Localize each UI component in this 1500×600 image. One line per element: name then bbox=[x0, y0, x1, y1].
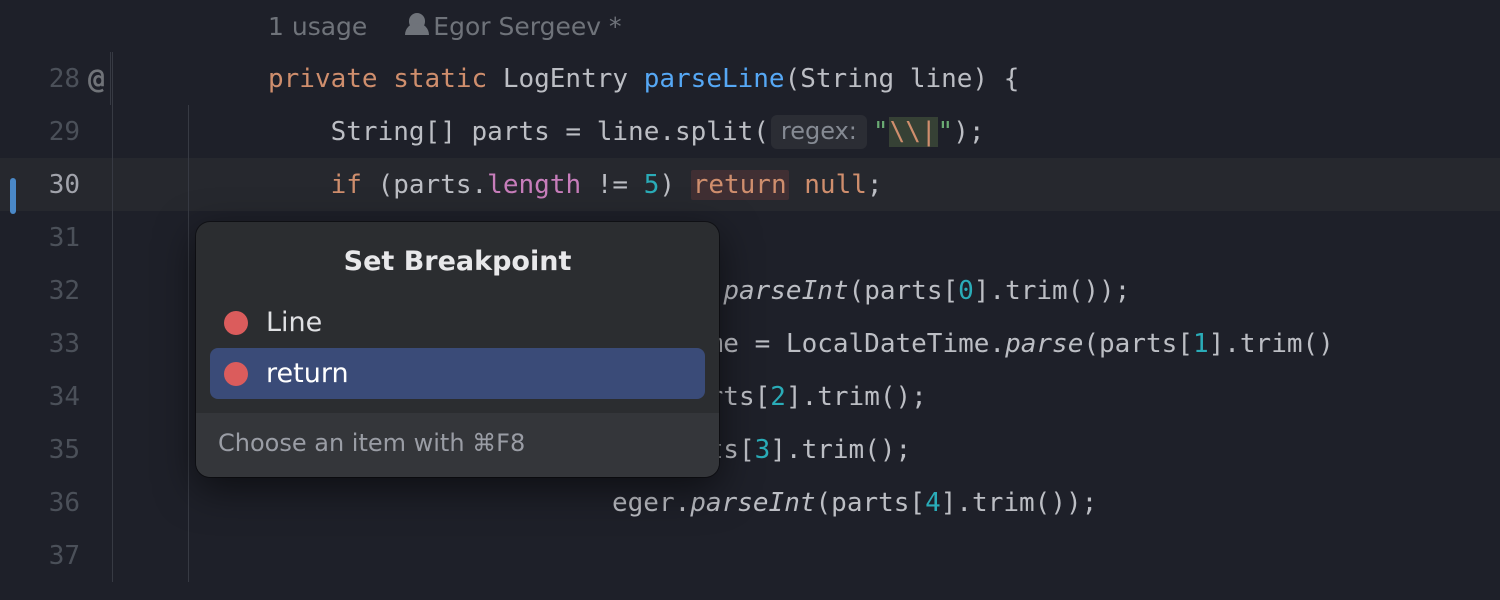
code-fragment: ].trim()); bbox=[941, 488, 1098, 518]
line-number: 32 bbox=[49, 276, 80, 306]
keyword: private bbox=[268, 64, 378, 94]
code-text[interactable]: eger.parseInt(parts[4].trim()); bbox=[268, 476, 1097, 529]
indent-guide bbox=[110, 52, 268, 105]
breakpoint-option-line[interactable]: Line bbox=[210, 297, 705, 348]
code-fragment: (parts[ bbox=[849, 276, 959, 306]
code-fragment: ].trim(); bbox=[770, 435, 911, 465]
gutter[interactable]: 36 bbox=[0, 488, 110, 518]
code-text[interactable]: private static LogEntry parseLine(String… bbox=[268, 52, 1019, 105]
code-line[interactable]: 28 @ private static LogEntry parseLine(S… bbox=[0, 52, 1500, 105]
code-fragment: ime = LocalDateTime. bbox=[692, 329, 1005, 359]
type-name: LogEntry bbox=[503, 64, 628, 94]
author-name: Egor Sergeev * bbox=[433, 12, 621, 41]
line-number: 36 bbox=[49, 488, 80, 518]
code-text[interactable]: if (parts.length != 5) return null; bbox=[268, 158, 883, 211]
line-number: 30 bbox=[49, 170, 80, 200]
breakpoint-icon bbox=[224, 362, 248, 386]
author-icon bbox=[409, 13, 425, 29]
code-line[interactable]: 36 eger.parseInt(parts[4].trim()); bbox=[0, 476, 1500, 529]
number-literal: 0 bbox=[958, 276, 974, 306]
param-hint: regex: bbox=[771, 115, 867, 149]
code-fragment: (parts. bbox=[362, 170, 487, 200]
gutter[interactable]: 37 bbox=[0, 541, 110, 571]
set-breakpoint-popup[interactable]: Set Breakpoint Line return Choose an ite… bbox=[196, 222, 719, 477]
code-fragment: (parts[ bbox=[816, 488, 926, 518]
operator: != bbox=[581, 170, 644, 200]
number-literal: 3 bbox=[755, 435, 771, 465]
code-fragment: String[] parts = line.split( bbox=[331, 117, 769, 147]
line-number: 37 bbox=[49, 541, 80, 571]
option-label: Line bbox=[266, 307, 322, 338]
method-name: parseLine bbox=[644, 64, 785, 94]
static-method: parseInt bbox=[690, 488, 815, 518]
code-line-current[interactable]: 30 if (parts.length != 5) return null; bbox=[0, 158, 1500, 211]
option-label: return bbox=[266, 358, 349, 389]
number-literal: 4 bbox=[925, 488, 941, 518]
popup-title: Set Breakpoint bbox=[196, 222, 719, 297]
field-name: length bbox=[487, 170, 581, 200]
number-literal: 2 bbox=[770, 382, 786, 412]
usages-hint[interactable]: 1 usage bbox=[268, 12, 367, 41]
static-method: parseInt bbox=[723, 276, 848, 306]
line-number: 31 bbox=[49, 223, 80, 253]
breakpoint-option-return[interactable]: return bbox=[210, 348, 705, 399]
line-number: 29 bbox=[49, 117, 80, 147]
keyword-return: return bbox=[691, 170, 789, 200]
string-quote: " bbox=[938, 117, 954, 147]
gutter[interactable]: 34 bbox=[0, 382, 110, 412]
gutter[interactable]: 35 bbox=[0, 435, 110, 465]
code-text[interactable]: String[] parts = line.split(regex:"\\|")… bbox=[268, 105, 985, 158]
line-number: 28 bbox=[49, 64, 80, 94]
indent-guide bbox=[110, 476, 268, 529]
gutter[interactable]: 29 bbox=[0, 117, 110, 147]
code-line[interactable]: 37 bbox=[0, 529, 1500, 582]
override-gutter-icon[interactable]: @ bbox=[88, 62, 105, 95]
line-number: 33 bbox=[49, 329, 80, 359]
gutter[interactable]: 32 bbox=[0, 276, 110, 306]
indent-guide bbox=[110, 529, 268, 582]
string-quote: " bbox=[873, 117, 889, 147]
inlay-hints-row: 1 usage Egor Sergeev * bbox=[0, 0, 1500, 52]
signature: (String line) { bbox=[785, 64, 1020, 94]
popup-footer-hint: Choose an item with ⌘F8 bbox=[196, 413, 719, 477]
semicolon: ; bbox=[867, 170, 883, 200]
code-fragment: ].trim(); bbox=[786, 382, 927, 412]
escape-seq: \\| bbox=[889, 117, 938, 147]
code-fragment: ) bbox=[659, 170, 690, 200]
indent-guide bbox=[110, 158, 268, 211]
code-line[interactable]: 29 String[] parts = line.split(regex:"\\… bbox=[0, 105, 1500, 158]
code-fragment: ].trim()); bbox=[974, 276, 1131, 306]
keyword: static bbox=[393, 64, 487, 94]
author-hint[interactable]: Egor Sergeev * bbox=[409, 12, 621, 41]
breakpoint-icon bbox=[224, 311, 248, 335]
line-number: 34 bbox=[49, 382, 80, 412]
gutter[interactable]: 30 bbox=[0, 170, 110, 200]
gutter[interactable]: 28 @ bbox=[0, 64, 110, 94]
code-fragment: ].trim() bbox=[1209, 329, 1334, 359]
line-number: 35 bbox=[49, 435, 80, 465]
code-fragment: (parts[ bbox=[1083, 329, 1193, 359]
popup-items: Line return bbox=[196, 297, 719, 413]
static-method: parse bbox=[1005, 329, 1083, 359]
keyword: if bbox=[331, 170, 362, 200]
current-line-marker bbox=[10, 178, 16, 214]
null-literal: null bbox=[804, 170, 867, 200]
gutter[interactable]: 31 bbox=[0, 223, 110, 253]
code-fragment: eger. bbox=[612, 488, 690, 518]
number-literal: 1 bbox=[1193, 329, 1209, 359]
indent-guide bbox=[110, 105, 268, 158]
gutter[interactable]: 33 bbox=[0, 329, 110, 359]
number-literal: 5 bbox=[644, 170, 660, 200]
code-fragment: ); bbox=[953, 117, 984, 147]
